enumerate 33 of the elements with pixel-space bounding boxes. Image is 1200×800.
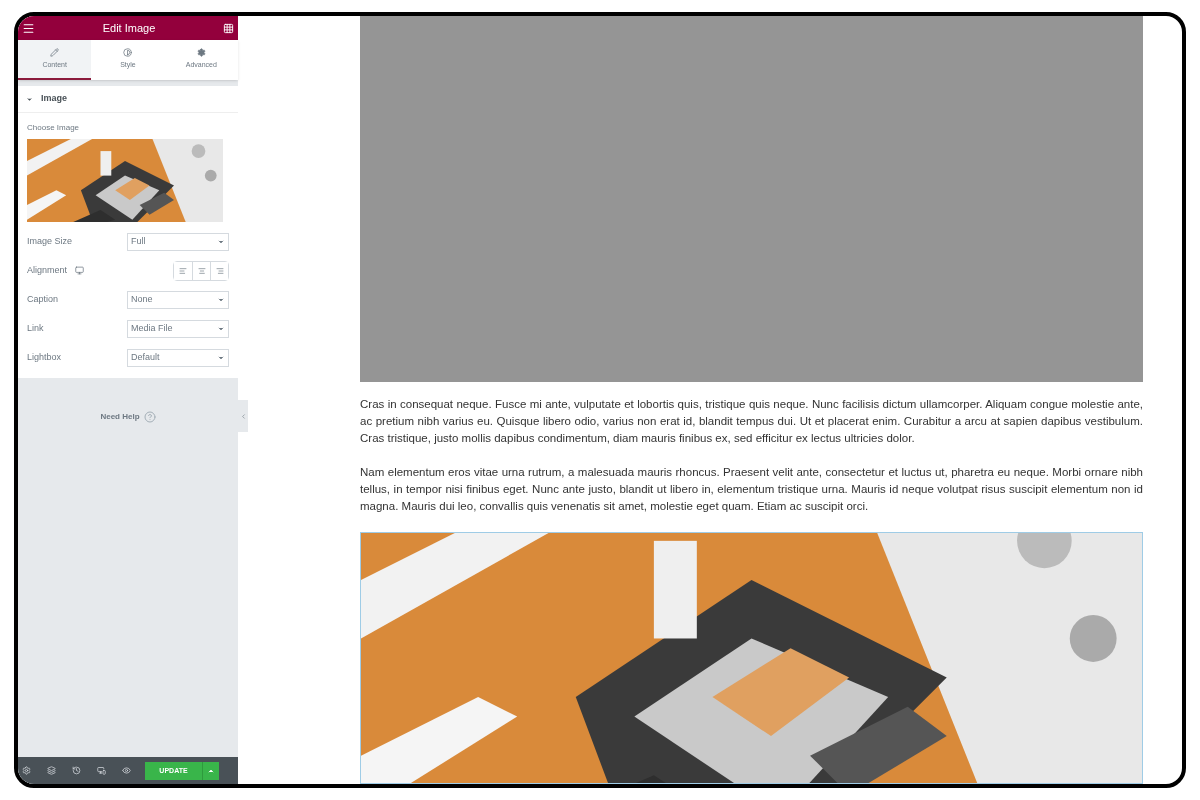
menu-icon[interactable] <box>22 21 35 35</box>
preview-icon[interactable] <box>122 766 131 775</box>
field-label: Image Size <box>27 234 73 248</box>
gear-icon <box>196 47 206 57</box>
align-right-icon <box>215 266 224 275</box>
select-field[interactable]: Media File <box>127 319 229 338</box>
field-label: Link <box>27 321 44 335</box>
field-label: Choose Image <box>27 122 81 134</box>
history-icon[interactable] <box>72 766 81 775</box>
section-header[interactable]: Image <box>18 86 238 113</box>
grid-icon[interactable] <box>223 22 234 34</box>
select-field[interactable]: None <box>127 290 229 309</box>
collapse-handle[interactable] <box>238 400 248 432</box>
responsive-icon[interactable] <box>97 766 106 775</box>
select-field[interactable]: Default <box>127 348 229 367</box>
help-link[interactable]: Need Help <box>100 411 140 423</box>
field-label: Lightbox <box>27 350 62 364</box>
pencil-icon <box>50 47 60 57</box>
align-left-icon <box>179 266 187 275</box>
field-label: Caption <box>27 292 59 306</box>
align-button[interactable] <box>210 261 228 280</box>
caret-icon <box>26 95 33 103</box>
desktop-icon <box>75 266 85 275</box>
update-options-button[interactable] <box>202 761 219 780</box>
contrast-icon <box>123 47 133 57</box>
settings-icon[interactable] <box>22 766 31 775</box>
select-field[interactable]: Full <box>127 232 229 251</box>
panel-title: Edit Image <box>102 20 156 36</box>
body-paragraph: Cras in consequat neque. Fusce mi ante, vulputate et lobortis quis, tristique quis neque. Nunc facilisis dictum ullamcorper. Aliquam congue molestie ante, ac pretium nibh varius eu. Quisque libero odio, varius non erat id, blandit tempus dui. Ut et placerat enim. Curabitur a arcu at sapien dapibus vestibulum. Cras tristique, justo mollis dapibus condimentum, diam mauris finibus ex, sed efficitur ex lectus ultricies dolor. <box>360 397 1143 446</box>
field-label: Alignment <box>27 263 68 277</box>
align-center-icon <box>197 266 206 275</box>
body-paragraph: Nam elementum eros vitae urna rutrum, a malesuada mauris rhoncus. Praesent velit ante, consectetur et luctus ut, pharetra eu neque. Morbi ornare nibh tellus, in tempor nisi finibus eget. Nunc ante justo, blandit ut libero in, elementum tristique urna. Mauris id neque volutpat risus suscipit elementum non id magna. Mauris dui leo, convallis quis venenatis sit amet, molestie eget quam. Etiam ac suscipit orci. <box>360 465 1143 514</box>
layers-icon[interactable] <box>47 766 56 775</box>
